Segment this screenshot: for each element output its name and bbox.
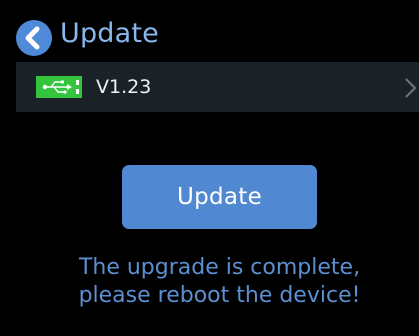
status-line-1: The upgrade is complete,	[78, 255, 361, 280]
page-title: Update	[60, 18, 159, 49]
status-message: The upgrade is complete, please reboot t…	[0, 254, 419, 310]
header: Update	[0, 0, 419, 62]
chevron-right-icon	[405, 78, 417, 98]
status-line-2: please reboot the device!	[78, 283, 361, 308]
update-button-label: Update	[176, 184, 263, 210]
back-button[interactable]	[16, 20, 52, 56]
usb-icon	[36, 76, 82, 98]
chevron-left-icon	[25, 26, 40, 50]
update-screen: Update V1.23 Update The upgrade is compl…	[0, 0, 419, 336]
firmware-version-row[interactable]: V1.23	[16, 62, 419, 112]
update-button[interactable]: Update	[122, 165, 317, 229]
firmware-version: V1.23	[96, 76, 152, 98]
